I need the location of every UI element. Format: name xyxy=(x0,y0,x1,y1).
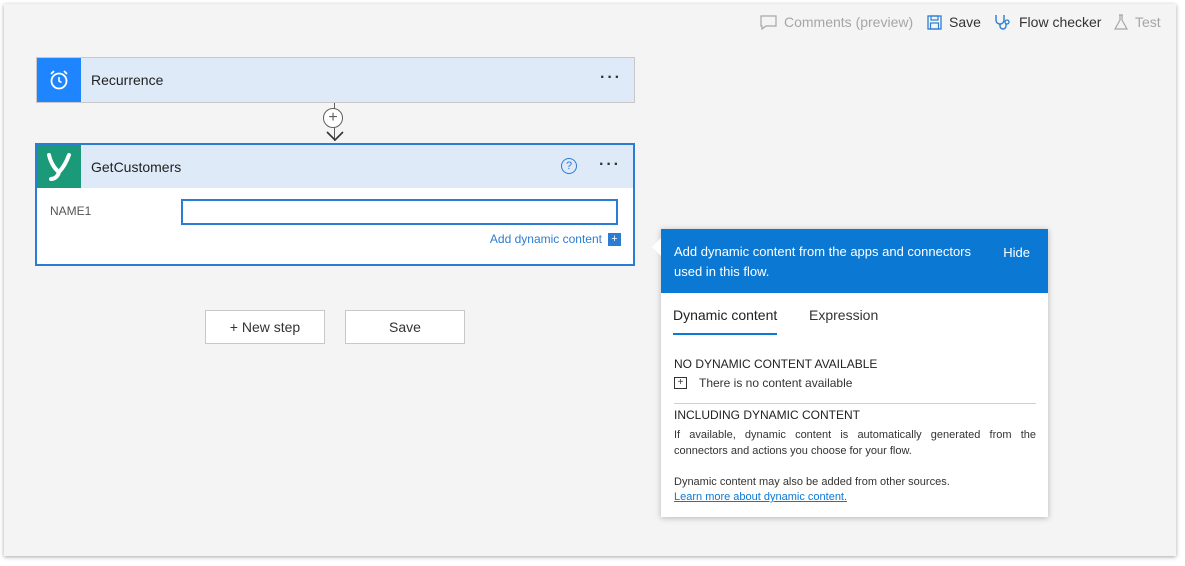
panel-tabs: Dynamic content Expression xyxy=(661,293,1048,339)
save-toolbar-label: Save xyxy=(949,14,981,30)
tab-dynamic-content[interactable]: Dynamic content xyxy=(673,307,778,335)
comments-label: Comments (preview) xyxy=(784,14,914,30)
name1-input[interactable] xyxy=(181,199,618,225)
alarm-clock-icon xyxy=(37,58,81,102)
panel-divider xyxy=(674,403,1036,404)
save-toolbar-button[interactable]: Save xyxy=(927,13,981,31)
toolbar: Comments (preview) Save Flow checker Tes… xyxy=(4,4,1176,40)
help-icon[interactable]: ? xyxy=(561,158,577,174)
flask-icon xyxy=(1114,14,1128,30)
new-step-button[interactable]: + New step xyxy=(205,310,325,344)
other-sources-text: Dynamic content may also be added from o… xyxy=(674,476,950,488)
no-content-title: NO DYNAMIC CONTENT AVAILABLE xyxy=(674,357,878,371)
stethoscope-icon xyxy=(995,14,1010,30)
recurrence-more-menu-icon[interactable]: ··· xyxy=(600,70,622,86)
plus-box-icon: + xyxy=(674,377,687,389)
add-dynamic-content-label: Add dynamic content xyxy=(489,232,602,246)
getcustomers-step-title: GetCustomers xyxy=(91,158,182,175)
connector-logo-icon xyxy=(37,145,81,188)
including-text: If available, dynamic content is automat… xyxy=(674,429,1036,457)
getcustomers-step-header[interactable]: GetCustomers ? ··· xyxy=(37,145,633,188)
no-content-text: There is no content available xyxy=(699,376,853,390)
name1-field-label: NAME1 xyxy=(50,204,92,218)
tab-expression[interactable]: Expression xyxy=(809,307,878,333)
test-button[interactable]: Test xyxy=(1114,13,1161,31)
save-icon xyxy=(927,14,942,30)
including-title: INCLUDING DYNAMIC CONTENT xyxy=(674,408,861,422)
panel-header-text: Add dynamic content from the apps and co… xyxy=(674,244,972,279)
dynamic-content-panel: Add dynamic content from the apps and co… xyxy=(652,229,1048,517)
dynamic-content-panel-header: Add dynamic content from the apps and co… xyxy=(661,229,1048,293)
getcustomers-more-menu-icon[interactable]: ··· xyxy=(599,157,621,173)
flow-checker-label: Flow checker xyxy=(1019,14,1102,30)
connector-arrow-icon xyxy=(326,131,344,142)
comment-icon xyxy=(760,14,777,30)
no-content-row: + There is no content available xyxy=(674,376,852,390)
getcustomers-step-card[interactable]: GetCustomers ? ··· NAME1 Add dynamic con… xyxy=(35,143,635,266)
learn-more-link[interactable]: Learn more about dynamic content. xyxy=(674,491,847,503)
flow-designer: Comments (preview) Save Flow checker Tes… xyxy=(4,4,1176,556)
recurrence-step-title: Recurrence xyxy=(91,72,164,88)
flow-checker-button[interactable]: Flow checker xyxy=(994,13,1101,31)
comments-button[interactable]: Comments (preview) xyxy=(760,13,913,31)
insert-step-plus-icon[interactable]: + xyxy=(323,108,343,128)
save-button[interactable]: Save xyxy=(345,310,465,344)
hide-panel-button[interactable]: Hide xyxy=(1003,245,1030,260)
test-label: Test xyxy=(1135,14,1161,30)
add-dynamic-content-icon: + xyxy=(608,232,621,246)
recurrence-step-header[interactable]: Recurrence ··· xyxy=(37,58,634,102)
recurrence-step-card[interactable]: Recurrence ··· xyxy=(36,57,635,103)
add-dynamic-content-link[interactable]: Add dynamic content + xyxy=(490,232,621,246)
